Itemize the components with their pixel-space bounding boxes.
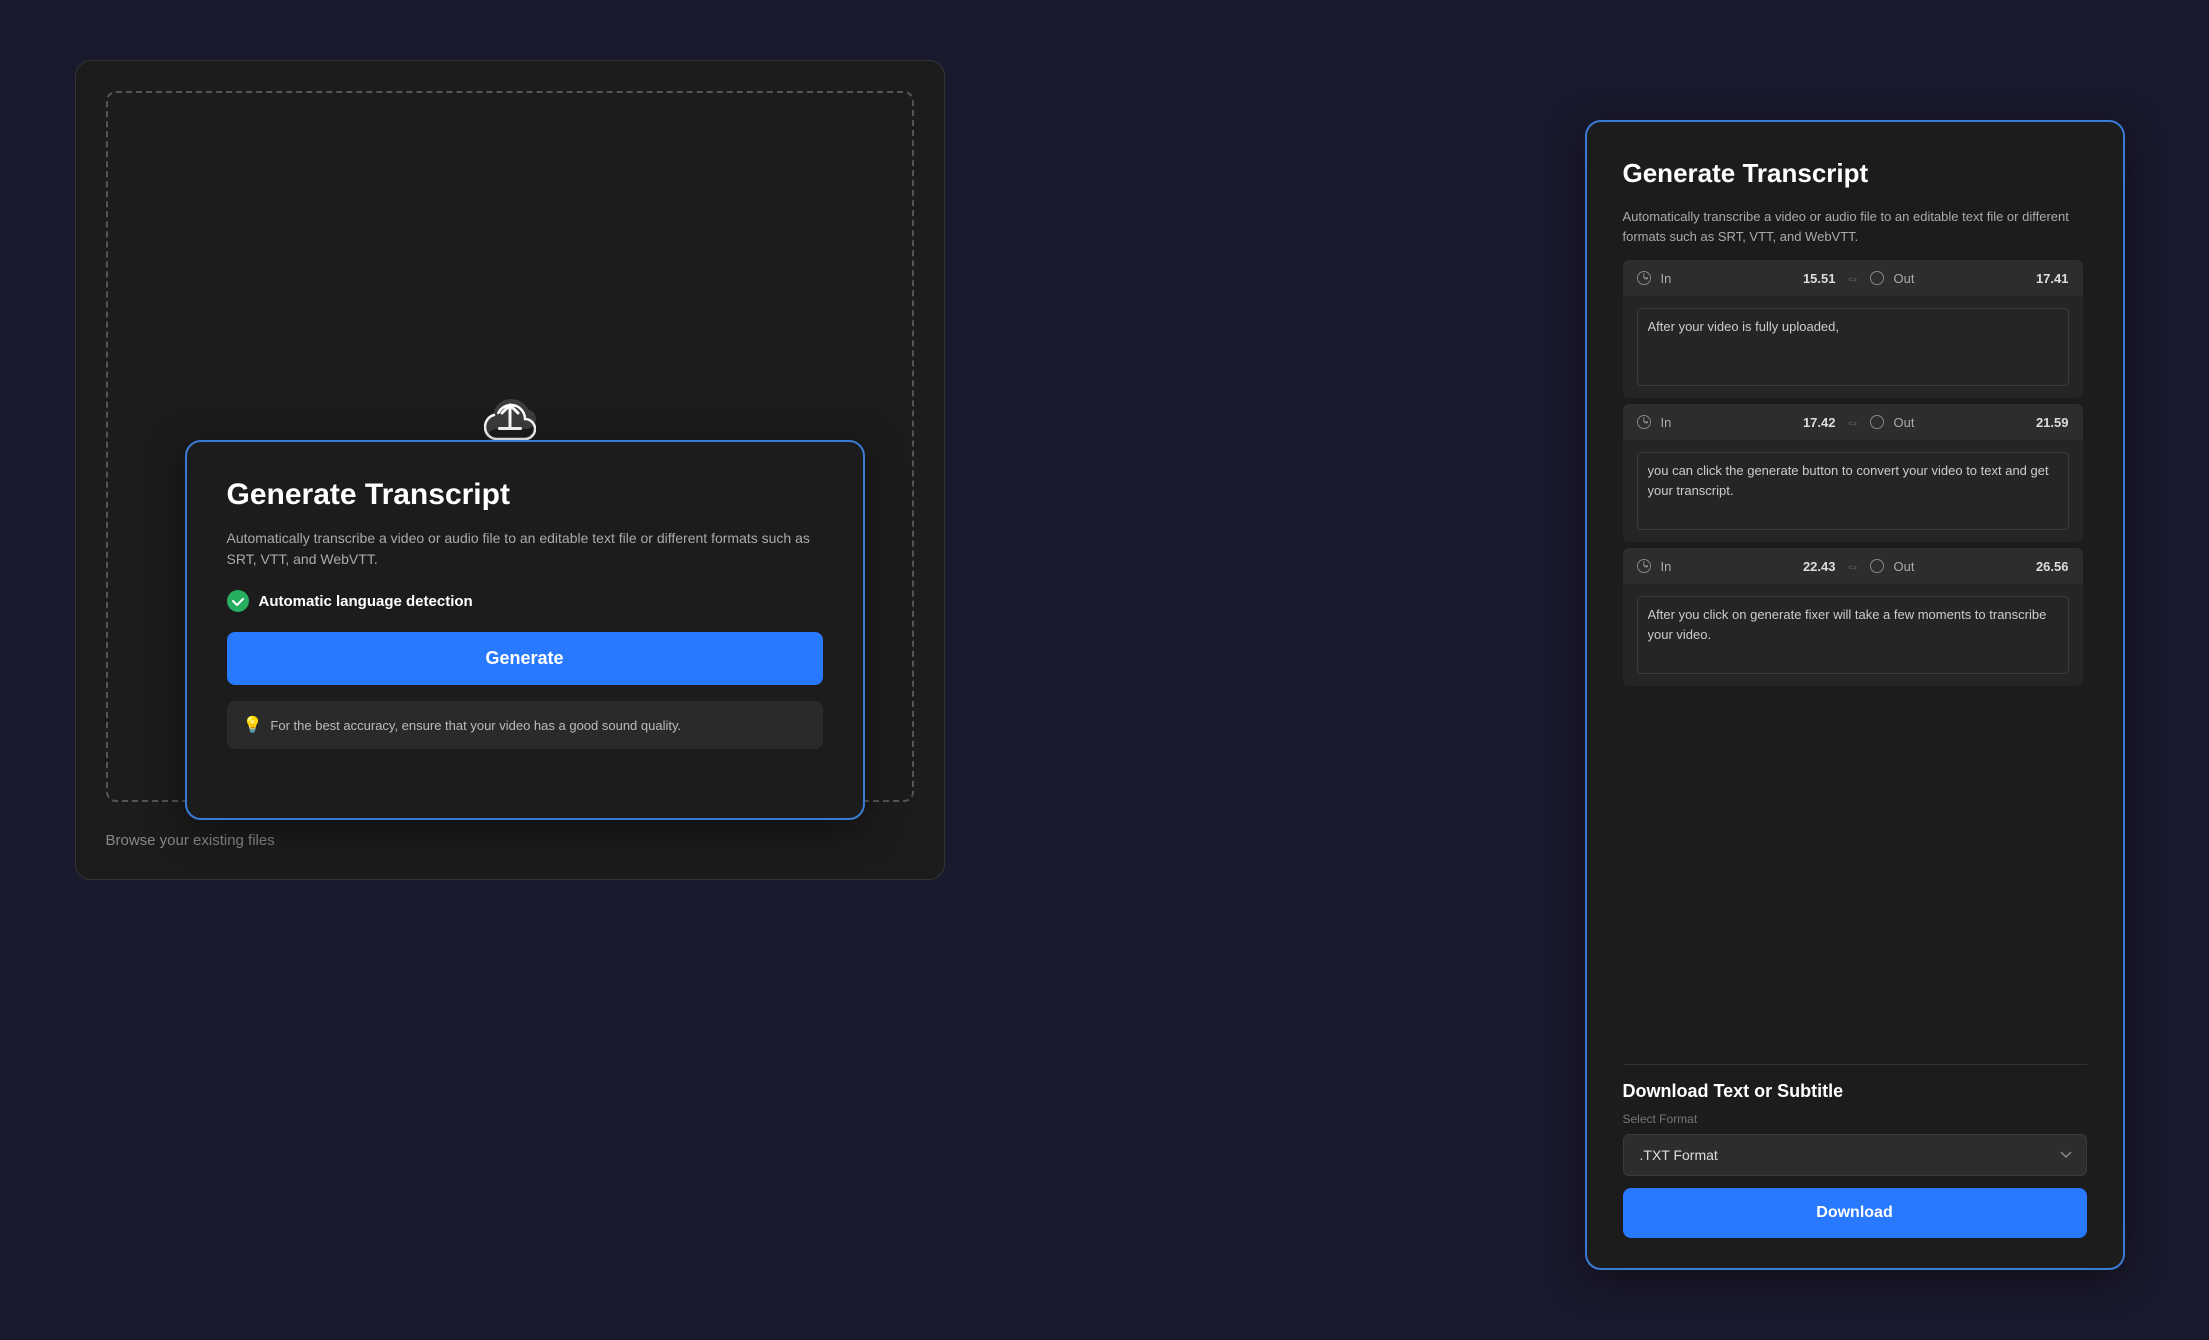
download-button[interactable]: Download — [1623, 1188, 2087, 1238]
segment-separator-icon: ⇔ — [1846, 270, 1860, 286]
segment-in-label: In 22.43 — [1637, 559, 1836, 574]
right-panel: Generate Transcript Automatically transc… — [1585, 120, 2125, 1270]
segment-out-time: 21.59 — [2036, 415, 2069, 430]
auto-lang-label: Automatic language detection — [259, 593, 473, 610]
segment-text-input[interactable]: After you click on generate fixer will t… — [1648, 605, 2058, 660]
panel-description: Automatically transcribe a video or audi… — [1623, 207, 2087, 246]
segment-separator-icon: ⇔ — [1846, 558, 1860, 574]
segment-text-input[interactable]: After your video is fully uploaded, — [1648, 317, 2058, 372]
segment-out-label: Out 21.59 — [1870, 415, 2069, 430]
auto-lang-check-icon — [227, 590, 249, 612]
segment-header: In 22.43 ⇔ Out 26.56 — [1623, 548, 2083, 584]
segment-out-time: 26.56 — [2036, 559, 2069, 574]
front-card-description: Automatically transcribe a video or audi… — [227, 528, 823, 570]
segment-text-input[interactable]: you can click the generate button to con… — [1648, 461, 2058, 516]
segment-in-label: In 17.42 — [1637, 415, 1836, 430]
segment-text-wrapper[interactable]: you can click the generate button to con… — [1637, 452, 2069, 530]
transcript-scroll-area[interactable]: In 15.51 ⇔ Out 17.41 After your video is… — [1623, 260, 2087, 1050]
generate-button[interactable]: Generate — [227, 632, 823, 685]
browse-files-text[interactable]: Browse your existing files — [106, 832, 914, 849]
auto-lang-row: Automatic language detection — [227, 590, 823, 612]
segment-in-time: 17.42 — [1753, 415, 1836, 430]
upload-cloud-icon — [484, 397, 536, 441]
segment-in-label: In 15.51 — [1637, 271, 1836, 286]
download-section-title: Download Text or Subtitle — [1623, 1081, 2087, 1102]
segment-out-label: Out 17.41 — [1870, 271, 2069, 286]
tip-text: For the best accuracy, ensure that your … — [270, 718, 681, 733]
segment-header: In 17.42 ⇔ Out 21.59 — [1623, 404, 2083, 440]
download-section: Download Text or Subtitle Select Format … — [1623, 1064, 2087, 1238]
tip-icon: 💡 — [243, 715, 263, 735]
transcript-segment: In 17.42 ⇔ Out 21.59 you can click the g… — [1623, 404, 2083, 542]
segment-body: After you click on generate fixer will t… — [1623, 584, 2083, 686]
segment-out-time: 17.41 — [2036, 271, 2069, 286]
segment-in-time: 22.43 — [1753, 559, 1836, 574]
segment-header: In 15.51 ⇔ Out 17.41 — [1623, 260, 2083, 296]
segment-in-time: 15.51 — [1753, 271, 1836, 286]
segment-text-wrapper[interactable]: After you click on generate fixer will t… — [1637, 596, 2069, 674]
transcript-segments-list: In 15.51 ⇔ Out 17.41 After your video is… — [1623, 260, 2087, 1050]
segment-text-wrapper[interactable]: After your video is fully uploaded, — [1637, 308, 2069, 386]
segment-out-label: Out 26.56 — [1870, 559, 2069, 574]
format-label: Select Format — [1623, 1112, 2087, 1126]
segment-body: After your video is fully uploaded, — [1623, 296, 2083, 398]
format-select[interactable]: .TXT Format.SRT Format.VTT Format.WebVTT… — [1623, 1134, 2087, 1176]
segment-separator-icon: ⇔ — [1846, 414, 1860, 430]
tip-box: 💡 For the best accuracy, ensure that you… — [227, 701, 823, 749]
generate-transcript-card: Generate Transcript Automatically transc… — [185, 440, 865, 820]
transcript-segment: In 22.43 ⇔ Out 26.56 After you click on … — [1623, 548, 2083, 686]
panel-title: Generate Transcript — [1623, 158, 2087, 189]
transcript-segment: In 15.51 ⇔ Out 17.41 After your video is… — [1623, 260, 2083, 398]
front-card-title: Generate Transcript — [227, 478, 823, 512]
segment-body: you can click the generate button to con… — [1623, 440, 2083, 542]
